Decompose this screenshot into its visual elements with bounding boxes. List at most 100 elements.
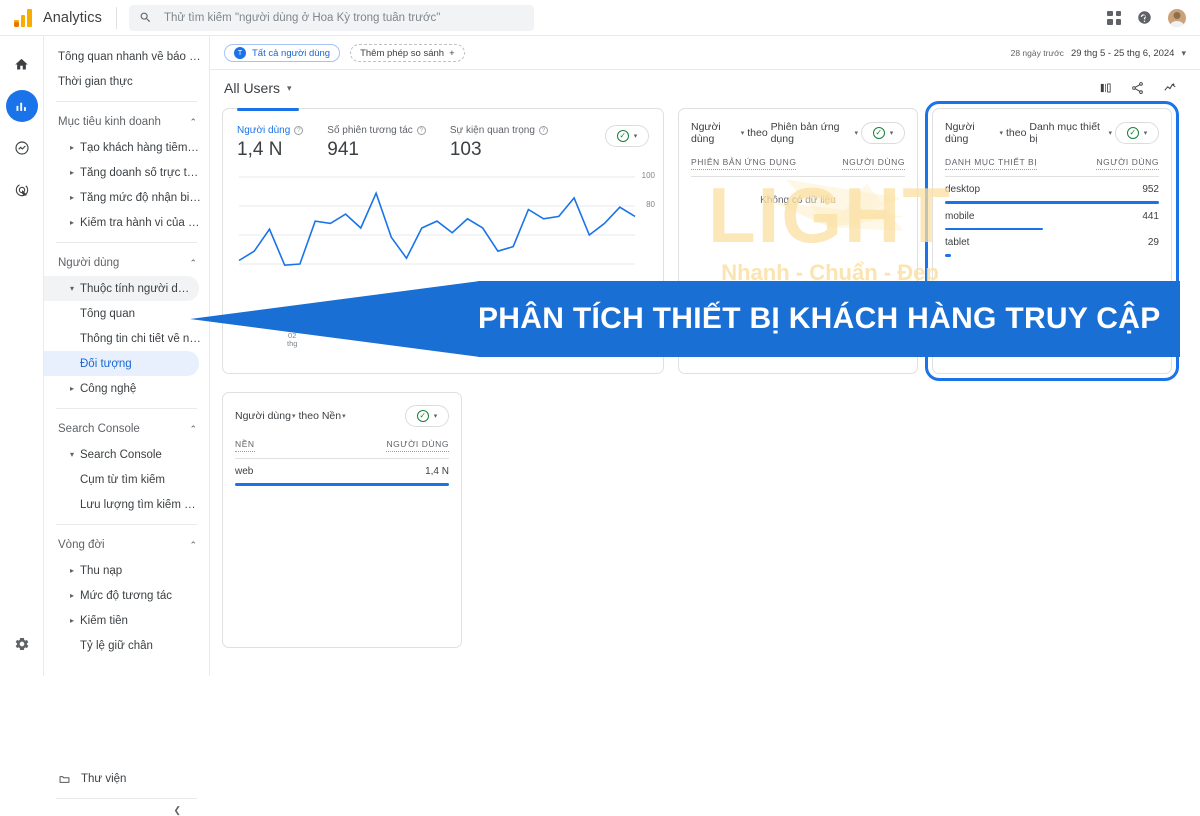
sidebar-item-label: Kiếm tiền [80, 614, 128, 627]
sidebar-item-demographic-details[interactable]: Thông tin chi tiết về nhân k... [44, 326, 209, 351]
sidebar-item-1[interactable]: Thời gian thực [44, 69, 209, 94]
card-status-pill[interactable]: ✓ ▾ [405, 405, 449, 427]
caret-down-icon: ▾ [70, 284, 75, 293]
card-title-dimension[interactable]: Phiên bản ứng dụng [771, 121, 854, 145]
metric-label: Sự kiện quan trọng [449, 125, 535, 136]
search-bar[interactable] [129, 4, 534, 31]
chevron-down-icon[interactable]: ▾ [999, 129, 1003, 137]
rail-item-settings[interactable] [6, 628, 38, 660]
column-header-dimension[interactable]: DANH MỤC THIẾT BỊ [945, 157, 1038, 170]
sidebar-item-label: Kiểm tra hành vi của người d... [80, 216, 201, 229]
sidebar-item-acquisition[interactable]: ▸ Thu nạp [44, 558, 209, 583]
rail-item-home[interactable] [6, 48, 38, 80]
row-label: mobile [945, 210, 975, 222]
table-row[interactable]: web 1,4 N [223, 459, 461, 486]
sidebar-item-label: Thông tin chi tiết về nhân k... [80, 332, 201, 345]
row-label: desktop [945, 184, 981, 195]
help-icon[interactable] [1137, 10, 1152, 25]
card-title-dimension[interactable]: Danh mục thiết bị [1029, 121, 1107, 145]
card-title-metric[interactable]: Người dùng [235, 410, 291, 422]
column-header-dimension[interactable]: PHIÊN BẢN ỨNG DỤNG [691, 157, 797, 170]
sidebar-group-lifecycle[interactable]: Vòng đời ⌃ [44, 532, 209, 558]
audience-selector[interactable]: All Users ▾ [224, 80, 292, 96]
rail-item-reports[interactable] [5, 90, 38, 122]
search-input[interactable] [162, 10, 524, 25]
card-title: Người dùng ▾ theo Danh mục thiết bị ▾ ✓ … [933, 109, 1171, 145]
sidebar-collapse-button[interactable]: ❮ [56, 798, 197, 816]
chevron-down-icon[interactable]: ▾ [741, 129, 745, 137]
card-status-pill[interactable]: ✓ ▾ [861, 122, 905, 144]
card-status-pill[interactable]: ✓ ▾ [605, 125, 649, 147]
sidebar-item-0[interactable]: Tổng quan nhanh về báo cáo [44, 44, 209, 69]
card-title-metric[interactable]: Người dùng [945, 121, 998, 145]
sidebar-item-user-attributes[interactable]: ▾ Thuộc tính người dùng [44, 276, 199, 301]
caret-down-icon: ▾ [70, 450, 75, 459]
card-title-dimension[interactable]: Nền [322, 410, 341, 422]
sidebar-item-user-behaviour[interactable]: ▸ Kiểm tra hành vi của người d... [44, 210, 209, 235]
metrics-row: Người dùng? 1,4 N Số phiên tương tác? 94… [223, 109, 663, 161]
sidebar-item-label: Cụm từ tìm kiếm [80, 473, 166, 486]
rail-item-explore[interactable] [6, 132, 38, 164]
column-header-dimension[interactable]: NỀN [235, 439, 255, 452]
help-icon[interactable]: ? [294, 126, 304, 135]
help-icon[interactable]: ? [538, 126, 548, 135]
card-status-pill[interactable]: ✓ ▾ [1115, 122, 1159, 144]
chevron-down-icon[interactable]: ▾ [1108, 129, 1112, 137]
rail-item-advertising[interactable] [6, 174, 38, 206]
sidebar-item-retention[interactable]: Tỷ lệ giữ chân [44, 633, 209, 658]
row-value: 441 [1142, 210, 1159, 222]
sidebar-item-brand-awareness[interactable]: ▸ Tăng mức độ nhận biết thươn... [44, 185, 209, 210]
card-title-by: theo [747, 127, 768, 139]
sidebar-item-tech[interactable]: ▸ Công nghệ [44, 376, 209, 401]
column-header-metric[interactable]: NGƯỜI DÙNG [386, 439, 449, 452]
insights-icon[interactable] [1162, 81, 1178, 95]
main-content: T Tất cả người dùng Thêm phép so sánh + … [210, 36, 1200, 676]
metric-key-events[interactable]: Sự kiện quan trọng? 103 [450, 125, 548, 161]
brand-logo[interactable]: Analytics [0, 8, 106, 27]
sidebar-group-users[interactable]: Người dùng ⌃ [44, 250, 209, 276]
grid-apps-icon[interactable] [1107, 10, 1121, 25]
chevron-down-icon[interactable]: ▾ [854, 129, 858, 137]
card-title-metric[interactable]: Người dùng [691, 121, 740, 145]
row-label: web [235, 466, 254, 477]
explore-icon [14, 141, 29, 155]
sidebar-group-business[interactable]: Mục tiêu kinh doanh ⌃ [44, 109, 209, 135]
caret-right-icon: ▸ [70, 384, 75, 393]
sidebar-item-overview[interactable]: Tổng quan [44, 301, 209, 326]
table-row[interactable]: desktop 952 [933, 177, 1171, 204]
table-row[interactable]: tablet 29 [933, 230, 1171, 257]
chevron-down-icon[interactable]: ▾ [292, 412, 296, 420]
y-tick-label: 100 [641, 171, 655, 180]
date-range-picker[interactable]: 28 ngày trước 29 thg 5 - 25 thg 6, 2024 … [1011, 48, 1186, 59]
compare-icon[interactable] [1098, 81, 1113, 95]
metric-engaged-sessions[interactable]: Số phiên tương tác? 941 [327, 125, 426, 161]
add-comparison-button[interactable]: Thêm phép so sánh + [350, 44, 465, 62]
sidebar-item-label: Đối tượng [80, 357, 132, 370]
help-icon[interactable]: ? [416, 126, 426, 135]
sidebar-item-monetisation[interactable]: ▸ Kiếm tiền [44, 608, 209, 633]
sidebar-item-queries[interactable]: Cụm từ tìm kiếm [44, 467, 209, 492]
column-header-metric[interactable]: NGƯỜI DÙNG [1096, 157, 1159, 170]
sidebar-item-audiences[interactable]: Đối tượng [44, 351, 199, 376]
table-row[interactable]: mobile 441 [933, 204, 1171, 230]
share-icon[interactable] [1130, 81, 1145, 95]
folder-icon [59, 775, 70, 783]
sidebar-group-label: Vòng đời [58, 539, 105, 551]
empty-state-text: Không có dữ liệu [760, 195, 836, 206]
column-header-metric[interactable]: NGƯỜI DÙNG [842, 157, 905, 170]
account-avatar[interactable] [1168, 8, 1186, 27]
sidebar-item-organic-traffic[interactable]: Lưu lượng tìm kiếm không ... [44, 492, 209, 517]
check-circle-icon: ✓ [416, 410, 429, 422]
sidebar-group-label: Mục tiêu kinh doanh [58, 116, 161, 128]
sidebar-item-library[interactable]: Thư viện [44, 766, 209, 792]
sidebar-item-engagement[interactable]: ▸ Mức độ tương tác [44, 583, 209, 608]
platform-card: Người dùng ▾ theo Nền ▾ ✓ ▾ NỀN NGƯỜI DÙ… [222, 392, 462, 648]
sidebar-item-search-console[interactable]: ▾ Search Console [44, 442, 209, 467]
sidebar-group-search-console[interactable]: Search Console ⌃ [44, 416, 209, 442]
chevron-down-icon[interactable]: ▾ [342, 412, 346, 420]
chevron-up-icon: ⌃ [189, 116, 197, 127]
sidebar-item-online-sales[interactable]: ▸ Tăng doanh số trực tuyến [44, 160, 209, 185]
metric-users[interactable]: Người dùng? 1,4 N [237, 125, 304, 161]
sidebar-item-lead-gen[interactable]: ▸ Tạo khách hàng tiềm năng [44, 135, 209, 160]
segment-chip-all-users[interactable]: T Tất cả người dùng [224, 44, 341, 62]
